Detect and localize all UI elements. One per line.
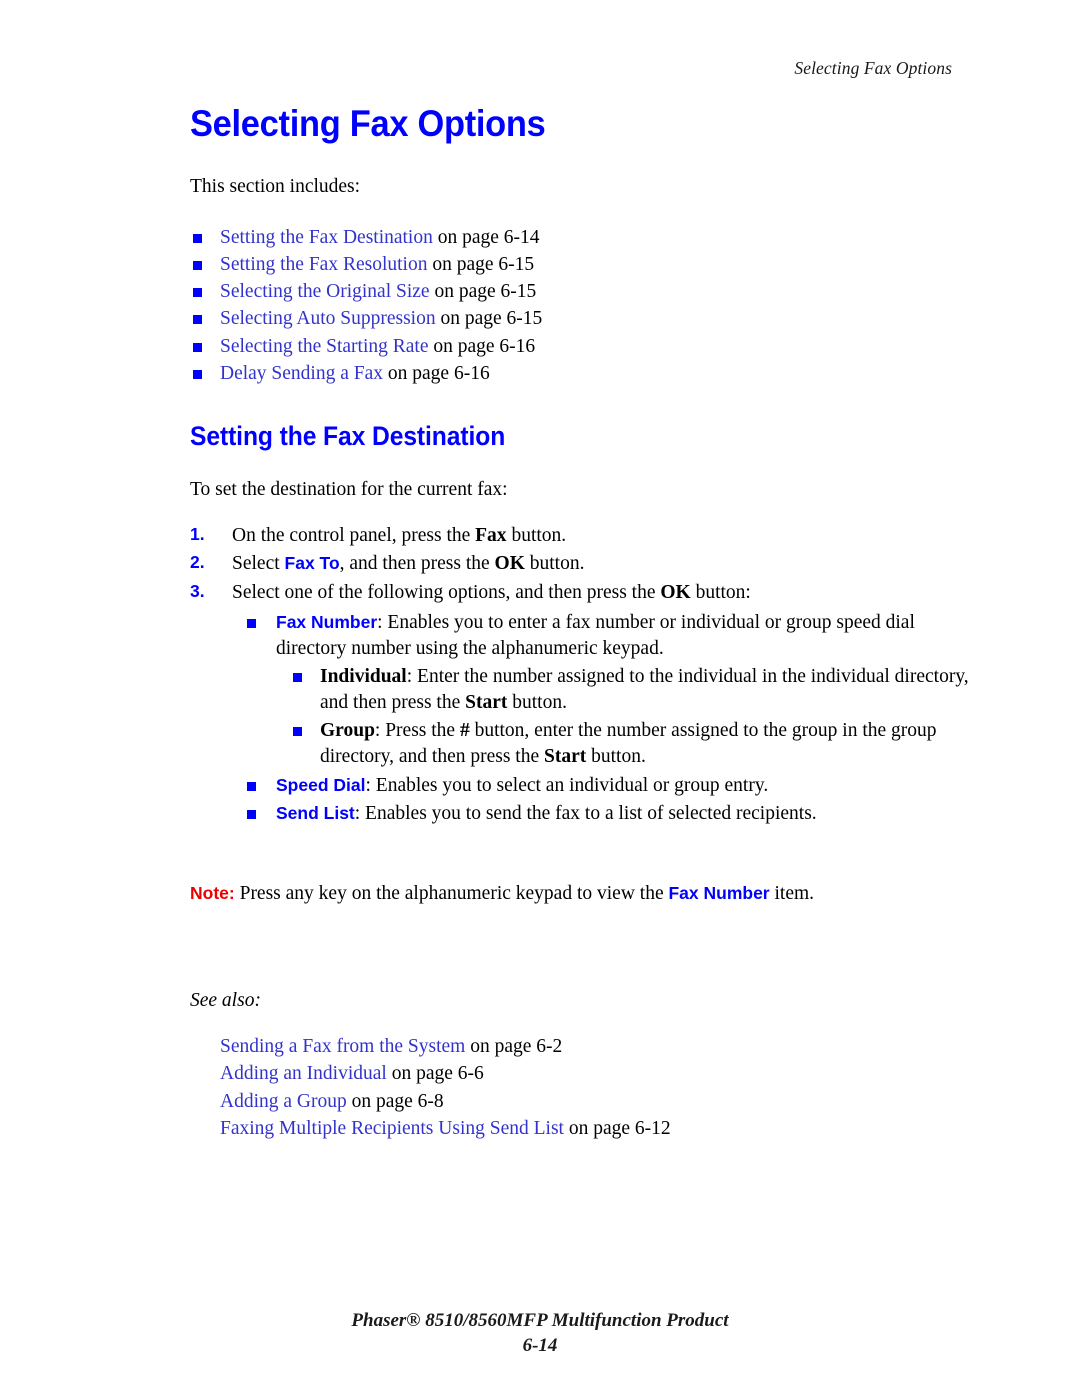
xref-page: on page 6-14	[432, 227, 540, 249]
xref-link[interactable]: Selecting Auto Suppression	[220, 308, 436, 329]
xref-link[interactable]: Selecting the Starting Rate	[220, 336, 429, 357]
xref-link[interactable]: Selecting the Original Size	[220, 281, 430, 302]
intro-paragraph: This section includes:	[190, 176, 361, 198]
key-name: #	[459, 719, 470, 741]
list-item[interactable]: Sending a Fax from the System on page 6-…	[190, 1033, 980, 1060]
note-label: Note:	[190, 883, 235, 904]
step-3: 3. Select one of the following options, a…	[190, 579, 980, 827]
button-name: Start	[544, 745, 587, 767]
running-header: Selecting Fax Options	[794, 58, 952, 78]
list-item[interactable]: Delay Sending a Fax on page 6-16	[190, 360, 980, 387]
sub-option-text-tail: button.	[507, 691, 567, 713]
step-text: Select	[232, 553, 285, 575]
option-description: : Enables you to select an individual or…	[365, 774, 769, 796]
xref-link[interactable]: Setting the Fax Resolution	[220, 254, 427, 275]
xref-page: on page 6-15	[427, 254, 535, 276]
menu-item-name: Fax Number	[276, 612, 378, 633]
xref-page: on page 6-15	[435, 308, 543, 330]
xref-link[interactable]: Sending a Fax from the System	[220, 1036, 465, 1057]
sub-option-text: : Enter the number assigned to the indiv…	[320, 666, 969, 713]
footer-product-name: Phaser® 8510/8560MFP Multifunction Produ…	[351, 1309, 729, 1331]
see-also-list: Sending a Fax from the System on page 6-…	[190, 1033, 980, 1141]
section-contents-list: Setting the Fax Destination on page 6-14…	[190, 224, 980, 387]
xref-page: on page 6-8	[346, 1090, 444, 1112]
fax-destination-options: Fax Number: Enables you to enter a fax n…	[232, 610, 980, 826]
step-text: On the control panel, press the	[232, 524, 476, 546]
list-item[interactable]: Selecting Auto Suppression on page 6-15	[190, 305, 980, 332]
list-item[interactable]: Setting the Fax Destination on page 6-14	[190, 224, 980, 251]
sub-option-individual: Individual: Enter the number assigned to…	[290, 664, 980, 716]
page-footer: Phaser® 8510/8560MFP Multifunction Produ…	[0, 1308, 1080, 1359]
step-number: 2.	[190, 552, 205, 573]
button-name: OK	[494, 553, 525, 575]
procedure-steps: 1. On the control panel, press the Fax bu…	[190, 522, 980, 827]
option-send-list: Send List: Enables you to send the fax t…	[244, 801, 980, 827]
step-text-mid: , and then press the	[339, 553, 495, 575]
step-text-tail: button.	[506, 524, 567, 546]
footer-page-number: 6-14	[522, 1335, 558, 1357]
step-text-tail: button.	[524, 553, 585, 575]
step-text: Select one of the following options, and…	[232, 581, 661, 603]
option-speed-dial: Speed Dial: Enables you to select an ind…	[244, 773, 980, 799]
button-name: Fax	[475, 524, 507, 546]
fax-number-sub-options: Individual: Enter the number assigned to…	[276, 664, 980, 770]
step-1: 1. On the control panel, press the Fax bu…	[190, 522, 980, 550]
button-name: OK	[660, 581, 691, 603]
sub-option-text-tail: button.	[586, 745, 646, 767]
sub-option-label: Group	[320, 719, 375, 741]
xref-page: on page 6-12	[563, 1117, 671, 1139]
step-2: 2. Select Fax To, and then press the OK b…	[190, 550, 980, 578]
step-number: 1.	[190, 523, 205, 544]
xref-link[interactable]: Adding an Individual	[220, 1063, 387, 1084]
xref-link[interactable]: Setting the Fax Destination	[220, 227, 433, 248]
xref-page: on page 6-2	[465, 1036, 563, 1058]
sub-option-group: Group: Press the # button, enter the num…	[290, 718, 980, 770]
section-intro-paragraph: To set the destination for the current f…	[190, 478, 508, 500]
list-item[interactable]: Adding a Group on page 6-8	[190, 1088, 980, 1115]
sub-option-text: : Press the	[374, 719, 460, 741]
page-title: Selecting Fax Options	[190, 103, 546, 144]
xref-page: on page 6-16	[428, 335, 536, 357]
xref-link[interactable]: Faxing Multiple Recipients Using Send Li…	[220, 1118, 564, 1139]
menu-item-name: Fax Number	[668, 883, 770, 904]
page-content: Selecting Fax Options This section inclu…	[190, 104, 980, 1142]
option-fax-number: Fax Number: Enables you to enter a fax n…	[244, 610, 980, 770]
note-text: Press any key on the alphanumeric keypad…	[234, 883, 669, 905]
section-heading: Setting the Fax Destination	[190, 420, 506, 451]
list-item[interactable]: Faxing Multiple Recipients Using Send Li…	[190, 1115, 980, 1142]
xref-link[interactable]: Delay Sending a Fax	[220, 363, 383, 384]
menu-item-name: Speed Dial	[276, 774, 366, 795]
xref-link[interactable]: Adding a Group	[220, 1091, 347, 1112]
note-block: Note: Press any key on the alphanumeric …	[190, 881, 980, 907]
step-number: 3.	[190, 580, 205, 601]
note-text-tail: item.	[769, 883, 815, 905]
menu-item-name: Fax To	[284, 553, 340, 574]
xref-page: on page 6-15	[429, 281, 537, 303]
document-page: Selecting Fax Options Selecting Fax Opti…	[0, 0, 1080, 1397]
step-text-tail: button:	[690, 581, 751, 603]
xref-page: on page 6-6	[386, 1063, 484, 1085]
list-item[interactable]: Setting the Fax Resolution on page 6-15	[190, 251, 980, 278]
see-also-label: See also:	[190, 989, 261, 1011]
list-item[interactable]: Selecting the Original Size on page 6-15	[190, 278, 980, 305]
list-item[interactable]: Selecting the Starting Rate on page 6-16	[190, 333, 980, 360]
option-description: : Enables you to send the fax to a list …	[354, 802, 817, 824]
sub-option-label: Individual	[320, 666, 407, 688]
button-name: Start	[465, 691, 508, 713]
xref-page: on page 6-16	[383, 362, 490, 384]
menu-item-name: Send List	[276, 802, 355, 823]
list-item[interactable]: Adding an Individual on page 6-6	[190, 1060, 980, 1087]
